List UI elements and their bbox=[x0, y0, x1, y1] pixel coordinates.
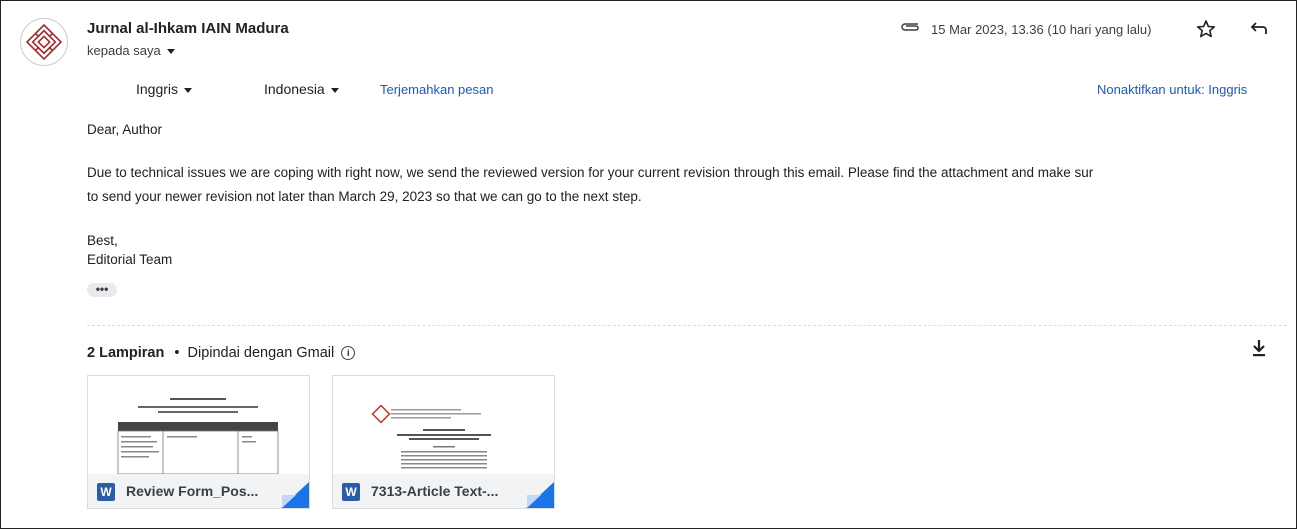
sender-avatar[interactable] bbox=[20, 18, 68, 66]
sender-name[interactable]: Jurnal al-Ihkam IAIN Madura bbox=[87, 20, 289, 37]
star-icon[interactable] bbox=[1196, 19, 1216, 39]
translate-message-link[interactable]: Terjemahkan pesan bbox=[380, 82, 493, 97]
info-icon[interactable]: i bbox=[341, 346, 356, 361]
attachment-filename: 7313-Article Text-... bbox=[371, 483, 499, 499]
translate-bar: Inggris Indonesia Terjemahkan pesan Nona… bbox=[1, 77, 1296, 101]
download-all-icon[interactable] bbox=[1251, 339, 1267, 357]
message-closing: Best, bbox=[87, 233, 118, 248]
message-date: 15 Mar 2023, 13.36 (10 hari yang lalu) bbox=[931, 22, 1152, 37]
chevron-down-icon bbox=[184, 87, 193, 93]
message-signature: Editorial Team bbox=[87, 252, 173, 267]
word-doc-icon: W bbox=[97, 483, 115, 501]
message-paragraph-line-1: Due to technical issues we are coping wi… bbox=[87, 165, 1094, 180]
chevron-down-icon bbox=[330, 87, 339, 93]
page-fold-icon bbox=[527, 495, 541, 508]
attachment-icon bbox=[901, 23, 919, 31]
recipient-dropdown[interactable]: kepada saya bbox=[87, 43, 175, 58]
attachment-card[interactable]: W 7313-Article Text-... bbox=[332, 375, 555, 509]
document-preview bbox=[333, 376, 554, 474]
attachment-filename: Review Form_Pos... bbox=[126, 483, 259, 499]
attachment-count: 2 Lampiran bbox=[87, 345, 165, 361]
source-language-label: Inggris bbox=[136, 81, 179, 97]
separator-dot: • bbox=[174, 345, 180, 361]
divider bbox=[87, 325, 1287, 326]
disable-translation-link[interactable]: Nonaktifkan untuk: Inggris bbox=[1097, 82, 1247, 97]
message-paragraph-line-2: to send your newer revision not later th… bbox=[87, 189, 642, 204]
chevron-down-icon bbox=[166, 49, 175, 55]
attachment-card[interactable]: W Review Form_Pos... bbox=[87, 375, 310, 509]
word-doc-icon: W bbox=[342, 483, 360, 501]
source-language-dropdown[interactable]: Inggris bbox=[136, 81, 193, 97]
attachment-footer: W 7313-Article Text-... bbox=[333, 474, 554, 508]
show-trimmed-content-button[interactable]: ••• bbox=[87, 283, 117, 297]
reply-icon[interactable] bbox=[1247, 19, 1269, 39]
attachment-footer: W Review Form_Pos... bbox=[88, 474, 309, 508]
scan-label: Dipindai dengan Gmail bbox=[187, 345, 335, 361]
target-language-label: Indonesia bbox=[264, 81, 325, 97]
attachments-header: 2 Lampiran • Dipindai dengan Gmail i bbox=[87, 345, 356, 361]
message-greeting: Dear, Author bbox=[87, 122, 163, 137]
recipient-label: kepada saya bbox=[87, 43, 161, 58]
page-fold-icon bbox=[282, 495, 296, 508]
document-preview bbox=[88, 376, 309, 475]
email-view: Jurnal al-Ihkam IAIN Madura kepada saya … bbox=[0, 0, 1297, 529]
target-language-dropdown[interactable]: Indonesia bbox=[264, 81, 339, 97]
